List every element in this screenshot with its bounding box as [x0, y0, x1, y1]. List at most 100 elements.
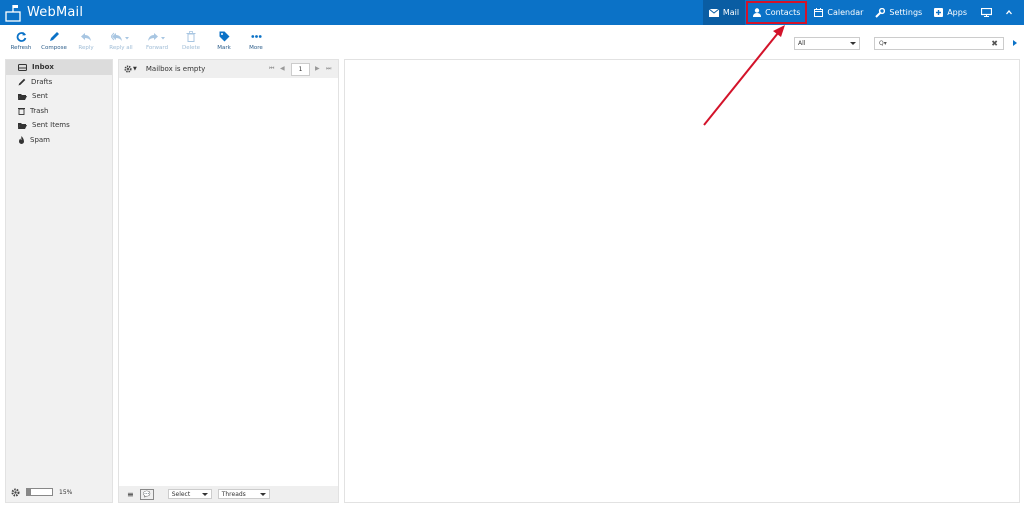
quota-bar: [26, 488, 53, 496]
quota-percent: 15%: [59, 488, 73, 496]
filter-value: All: [798, 40, 806, 47]
compose-button[interactable]: Compose: [37, 31, 71, 57]
refresh-icon: [16, 32, 26, 42]
chevron-up-icon: [1006, 10, 1012, 15]
message-list-header: ▼ Mailbox is empty ⏮ ◀ 1 ▶ ⏭: [119, 60, 338, 78]
reply-all-icon: [111, 32, 129, 41]
forward-icon: [148, 33, 165, 41]
gear-icon: [124, 65, 132, 73]
message-list: ▼ Mailbox is empty ⏮ ◀ 1 ▶ ⏭ ≡ 💬 Select …: [118, 59, 339, 503]
pencil-icon: [18, 78, 26, 86]
monitor-icon: [981, 8, 992, 17]
message-list-footer: ≡ 💬 Select Threads: [119, 486, 338, 502]
folder-inbox[interactable]: Inbox: [6, 60, 112, 75]
folder-trash-label: Trash: [30, 106, 49, 115]
folder-spam-label: Spam: [30, 135, 50, 144]
nav-mail-label: Mail: [722, 8, 740, 17]
nav-settings[interactable]: Settings: [869, 0, 928, 25]
top-nav: Mail Contacts Calendar Settings Apps: [702, 0, 1024, 25]
page-number-input[interactable]: 1: [291, 63, 310, 76]
preview-pane: [344, 59, 1020, 503]
sidebar-footer: 15%: [6, 482, 112, 502]
nav-contacts[interactable]: Contacts: [745, 0, 808, 25]
chevron-down-icon: ▼: [133, 66, 137, 72]
reply-icon: [80, 33, 91, 41]
folder-sent[interactable]: Sent: [6, 89, 112, 104]
app-title: WebMail: [27, 5, 84, 20]
toolbar: Refresh Compose Reply Reply all Forward …: [0, 27, 1024, 57]
nav-settings-label: Settings: [889, 8, 923, 17]
more-icon: [250, 35, 262, 38]
chevron-down-icon: [259, 493, 266, 496]
nav-contacts-label: Contacts: [765, 8, 801, 17]
envelope-icon: [708, 8, 719, 17]
delete-label: Delete: [181, 45, 201, 51]
forward-label: Forward: [145, 45, 169, 51]
folder-sidebar: Inbox Drafts Sent Trash Sent Items Spam …: [5, 59, 113, 503]
delete-button[interactable]: Delete: [174, 31, 208, 57]
next-page-icon[interactable]: ▶: [315, 65, 320, 72]
search-options-icon[interactable]: Q▾: [879, 40, 887, 47]
inbox-icon: [18, 63, 27, 71]
wrench-icon: [875, 7, 886, 18]
reply-all-label: Reply all: [109, 45, 133, 51]
more-label: More: [249, 45, 263, 51]
display-mode-button[interactable]: [973, 0, 1004, 25]
reply-all-button[interactable]: Reply all: [104, 31, 138, 57]
trash-icon: [18, 107, 25, 115]
toolbar-expand-icon[interactable]: [1013, 40, 1017, 46]
folder-drafts[interactable]: Drafts: [6, 75, 112, 90]
trash-icon: [186, 31, 196, 42]
message-filter-select[interactable]: All: [794, 37, 860, 50]
pencil-icon: [49, 32, 59, 41]
mark-label: Mark: [217, 45, 231, 51]
folder-open-icon: [18, 122, 27, 129]
nav-calendar-label: Calendar: [827, 8, 864, 17]
brand[interactable]: WebMail: [5, 2, 83, 23]
folder-open-icon: [18, 93, 27, 100]
quota-bar-fill: [27, 489, 31, 495]
folder-inbox-label: Inbox: [32, 63, 54, 72]
folder-drafts-label: Drafts: [31, 77, 53, 86]
gear-icon[interactable]: [11, 488, 20, 497]
search-input[interactable]: Q▾ ✖: [874, 37, 1004, 50]
forward-button[interactable]: Forward: [140, 31, 174, 57]
mailbox-logo-icon: [5, 4, 21, 22]
last-page-icon[interactable]: ⏭: [326, 65, 331, 73]
tag-icon: [219, 31, 229, 42]
prev-page-icon[interactable]: ◀: [280, 65, 285, 72]
nav-apps-label: Apps: [947, 8, 967, 17]
reply-button[interactable]: Reply: [69, 31, 103, 57]
mark-button[interactable]: Mark: [207, 31, 241, 57]
nav-apps[interactable]: Apps: [928, 0, 973, 25]
refresh-label: Refresh: [10, 45, 32, 51]
plus-square-icon: [934, 8, 944, 17]
fire-icon: [19, 135, 24, 144]
threads-label: Threads: [221, 490, 246, 498]
top-bar: WebMail Mail Contacts Calendar Settings …: [0, 0, 1024, 25]
collapse-header-button[interactable]: [1004, 0, 1024, 25]
calendar-icon: [814, 8, 824, 17]
folder-spam[interactable]: Spam: [6, 133, 112, 148]
speech-bubble-icon[interactable]: 💬: [139, 488, 154, 500]
threads-dropdown[interactable]: Threads: [217, 489, 270, 499]
compose-label: Compose: [41, 45, 67, 51]
folder-sent-items-label: Sent Items: [32, 121, 70, 130]
folder-sent-label: Sent: [32, 92, 48, 101]
nav-calendar[interactable]: Calendar: [808, 0, 869, 25]
folder-trash[interactable]: Trash: [6, 104, 112, 119]
select-dropdown[interactable]: Select: [167, 489, 212, 499]
first-page-icon[interactable]: ⏮: [269, 65, 274, 73]
select-label: Select: [171, 490, 191, 498]
chevron-down-icon: [201, 493, 208, 496]
list-menu-icon[interactable]: ≡: [127, 490, 134, 499]
more-button[interactable]: More: [239, 31, 273, 57]
user-icon: [753, 8, 762, 17]
mailbox-status: Mailbox is empty: [145, 65, 206, 73]
nav-mail[interactable]: Mail: [702, 0, 746, 25]
list-options-button[interactable]: ▼: [124, 65, 137, 73]
refresh-button[interactable]: Refresh: [4, 31, 38, 57]
clear-search-icon[interactable]: ✖: [991, 39, 998, 48]
chevron-down-icon: [850, 42, 856, 45]
folder-sent-items[interactable]: Sent Items: [6, 118, 112, 133]
